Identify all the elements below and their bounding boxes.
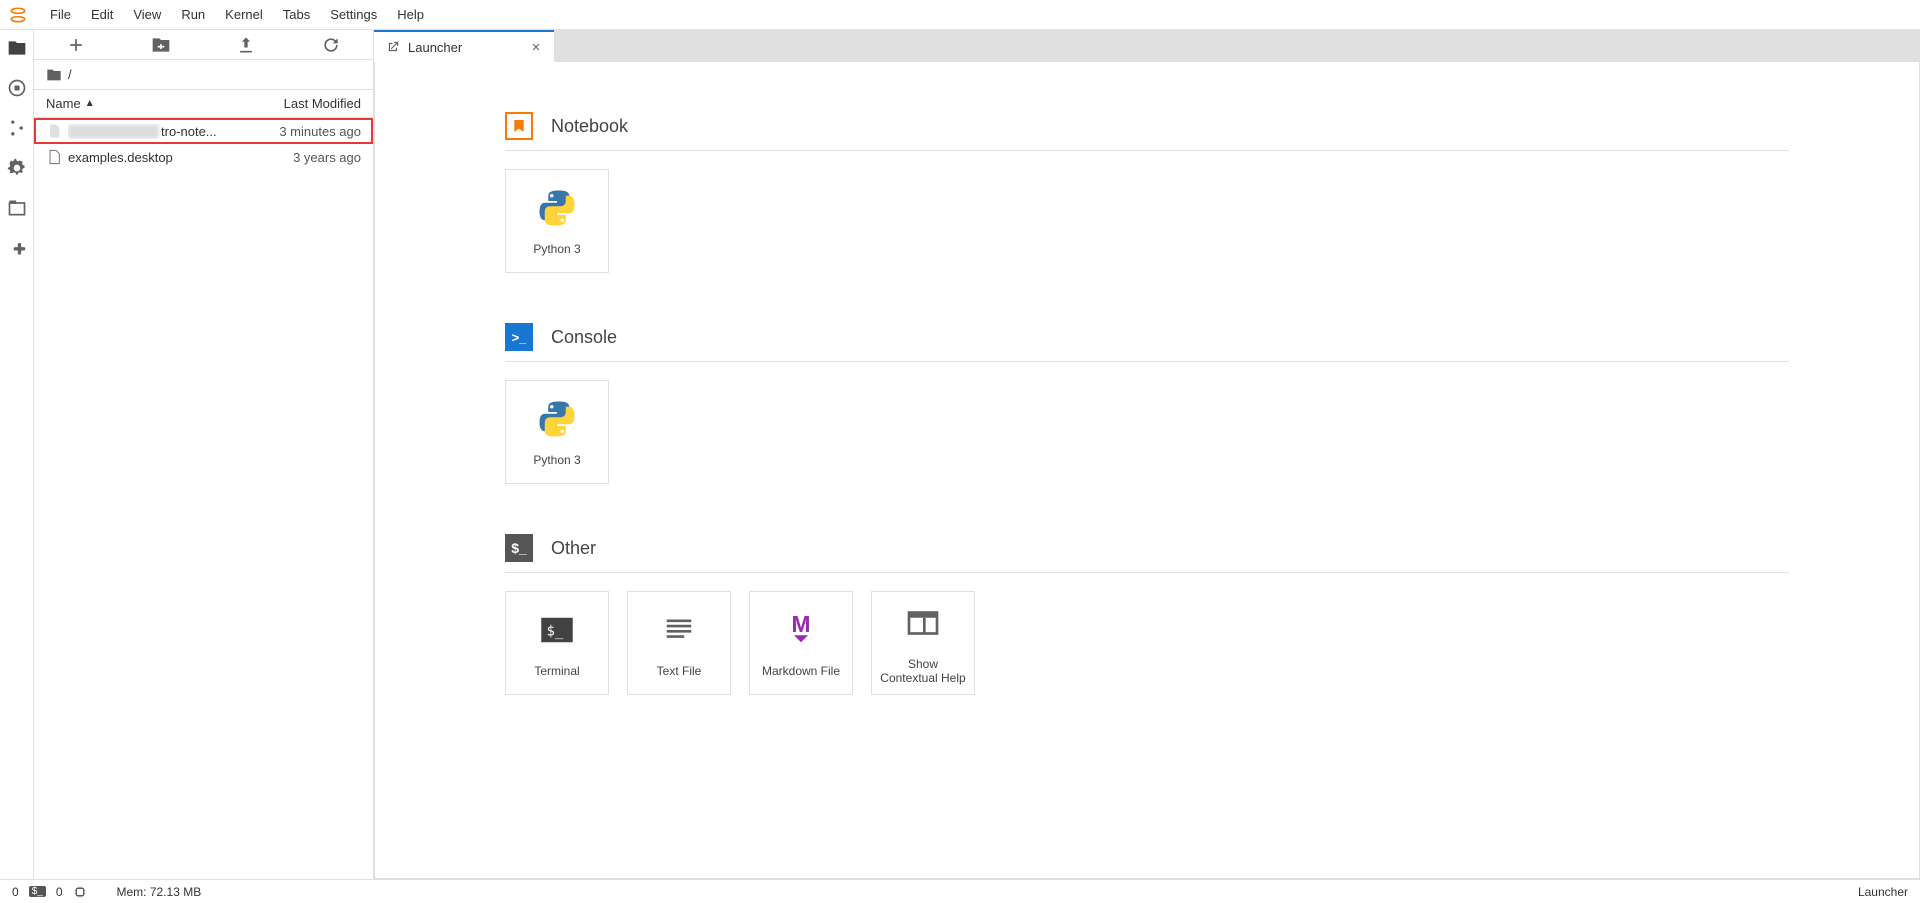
file-row[interactable]: xxxxxxxxxxxxxxtro-note...3 minutes ago [34, 118, 373, 144]
file-row[interactable]: examples.desktop3 years ago [34, 144, 373, 170]
card-label: Terminal [534, 664, 579, 678]
modified-column-header[interactable]: Last Modified [231, 96, 361, 111]
terminal-icon: $_ [29, 886, 46, 897]
launcher-card-python-3[interactable]: Python 3 [505, 380, 609, 484]
contextual-icon [902, 602, 944, 647]
svg-text:M: M [792, 610, 811, 636]
section-title: Other [551, 538, 596, 559]
close-icon[interactable] [530, 41, 542, 53]
card-label: Python 3 [533, 453, 580, 467]
notebook-section-icon [505, 112, 533, 140]
launcher-card-text-file[interactable]: Text File [627, 591, 731, 695]
menubar: FileEditViewRunKernelTabsSettingsHelp [0, 0, 1920, 30]
name-column-header[interactable]: Name ▲ [46, 96, 231, 111]
card-label: Text File [657, 664, 702, 678]
jupyter-logo [8, 5, 28, 25]
launcher-card-terminal[interactable]: $_ Terminal [505, 591, 609, 695]
breadcrumb-path: / [68, 67, 72, 82]
python-icon [536, 187, 578, 232]
menu-file[interactable]: File [40, 3, 81, 26]
section-title: Notebook [551, 116, 628, 137]
statusbar: 0 $_ 0 Mem: 72.13 MB Launcher [0, 879, 1920, 903]
svg-text:$_: $_ [547, 623, 564, 639]
file-browser-toolbar [34, 30, 373, 60]
section-title: Console [551, 327, 617, 348]
refresh-button[interactable] [321, 35, 341, 55]
tabs-icon[interactable] [7, 198, 27, 218]
settings-icon[interactable] [7, 158, 27, 178]
new-folder-button[interactable] [151, 35, 171, 55]
file-list: xxxxxxxxxxxxxxtro-note...3 minutes agoex… [34, 118, 373, 879]
activitybar [0, 30, 34, 879]
kernel-count[interactable]: 0 [56, 885, 63, 899]
status-right: Launcher [1858, 885, 1908, 899]
sort-asc-icon: ▲ [85, 98, 95, 109]
file-name: examples.desktop [68, 150, 231, 165]
markdown-icon: M [780, 609, 822, 654]
launcher-card-python-3[interactable]: Python 3 [505, 169, 609, 273]
breadcrumb[interactable]: / [34, 60, 373, 90]
notebook-file-icon [46, 123, 62, 139]
menu-edit[interactable]: Edit [81, 3, 123, 26]
card-label: Show Contextual Help [880, 657, 966, 685]
launcher-card-markdown-file[interactable]: M Markdown File [749, 591, 853, 695]
launcher-section-other: $_ Other [505, 524, 1789, 573]
tabbar: Launcher [374, 30, 1920, 62]
tab-launcher[interactable]: Launcher [374, 30, 554, 62]
menu-help[interactable]: Help [387, 3, 434, 26]
folder-icon [46, 67, 62, 83]
menu-kernel[interactable]: Kernel [215, 3, 273, 26]
file-browser: / Name ▲ Last Modified xxxxxxxxxxxxxxtro… [34, 30, 374, 879]
menu-settings[interactable]: Settings [320, 3, 387, 26]
main-content: Launcher Notebook Python 3 >_ Console Python… [374, 30, 1920, 879]
file-name: xxxxxxxxxxxxxxtro-note... [68, 124, 231, 139]
extensions-icon[interactable] [7, 238, 27, 258]
card-label: Python 3 [533, 242, 580, 256]
running-icon[interactable] [7, 78, 27, 98]
python-icon [536, 398, 578, 443]
new-launcher-button[interactable] [66, 35, 86, 55]
menu-run[interactable]: Run [171, 3, 215, 26]
memory-status: Mem: 72.13 MB [117, 885, 202, 899]
file-list-header: Name ▲ Last Modified [34, 90, 373, 118]
menu-view[interactable]: View [123, 3, 171, 26]
folder-icon[interactable] [7, 38, 27, 58]
console-section-icon: >_ [505, 323, 533, 351]
file-modified: 3 minutes ago [231, 124, 361, 139]
launcher-section-console: >_ Console [505, 313, 1789, 362]
other-section-icon: $_ [505, 534, 533, 562]
textfile-icon [658, 609, 700, 654]
card-label: Markdown File [762, 664, 840, 678]
terminal-icon: $_ [536, 609, 578, 654]
git-icon[interactable] [7, 118, 27, 138]
file-modified: 3 years ago [231, 150, 361, 165]
terminal-count[interactable]: 0 [12, 885, 19, 899]
launcher: Notebook Python 3 >_ Console Python 3 $_ Other… [374, 62, 1920, 879]
launcher-icon [386, 40, 400, 54]
kernel-icon [73, 885, 87, 899]
launcher-card-show-contextual-help[interactable]: Show Contextual Help [871, 591, 975, 695]
upload-button[interactable] [236, 35, 256, 55]
launcher-section-notebook: Notebook [505, 102, 1789, 151]
tab-label: Launcher [408, 40, 522, 55]
menu-tabs[interactable]: Tabs [273, 3, 320, 26]
file-icon [46, 149, 62, 165]
